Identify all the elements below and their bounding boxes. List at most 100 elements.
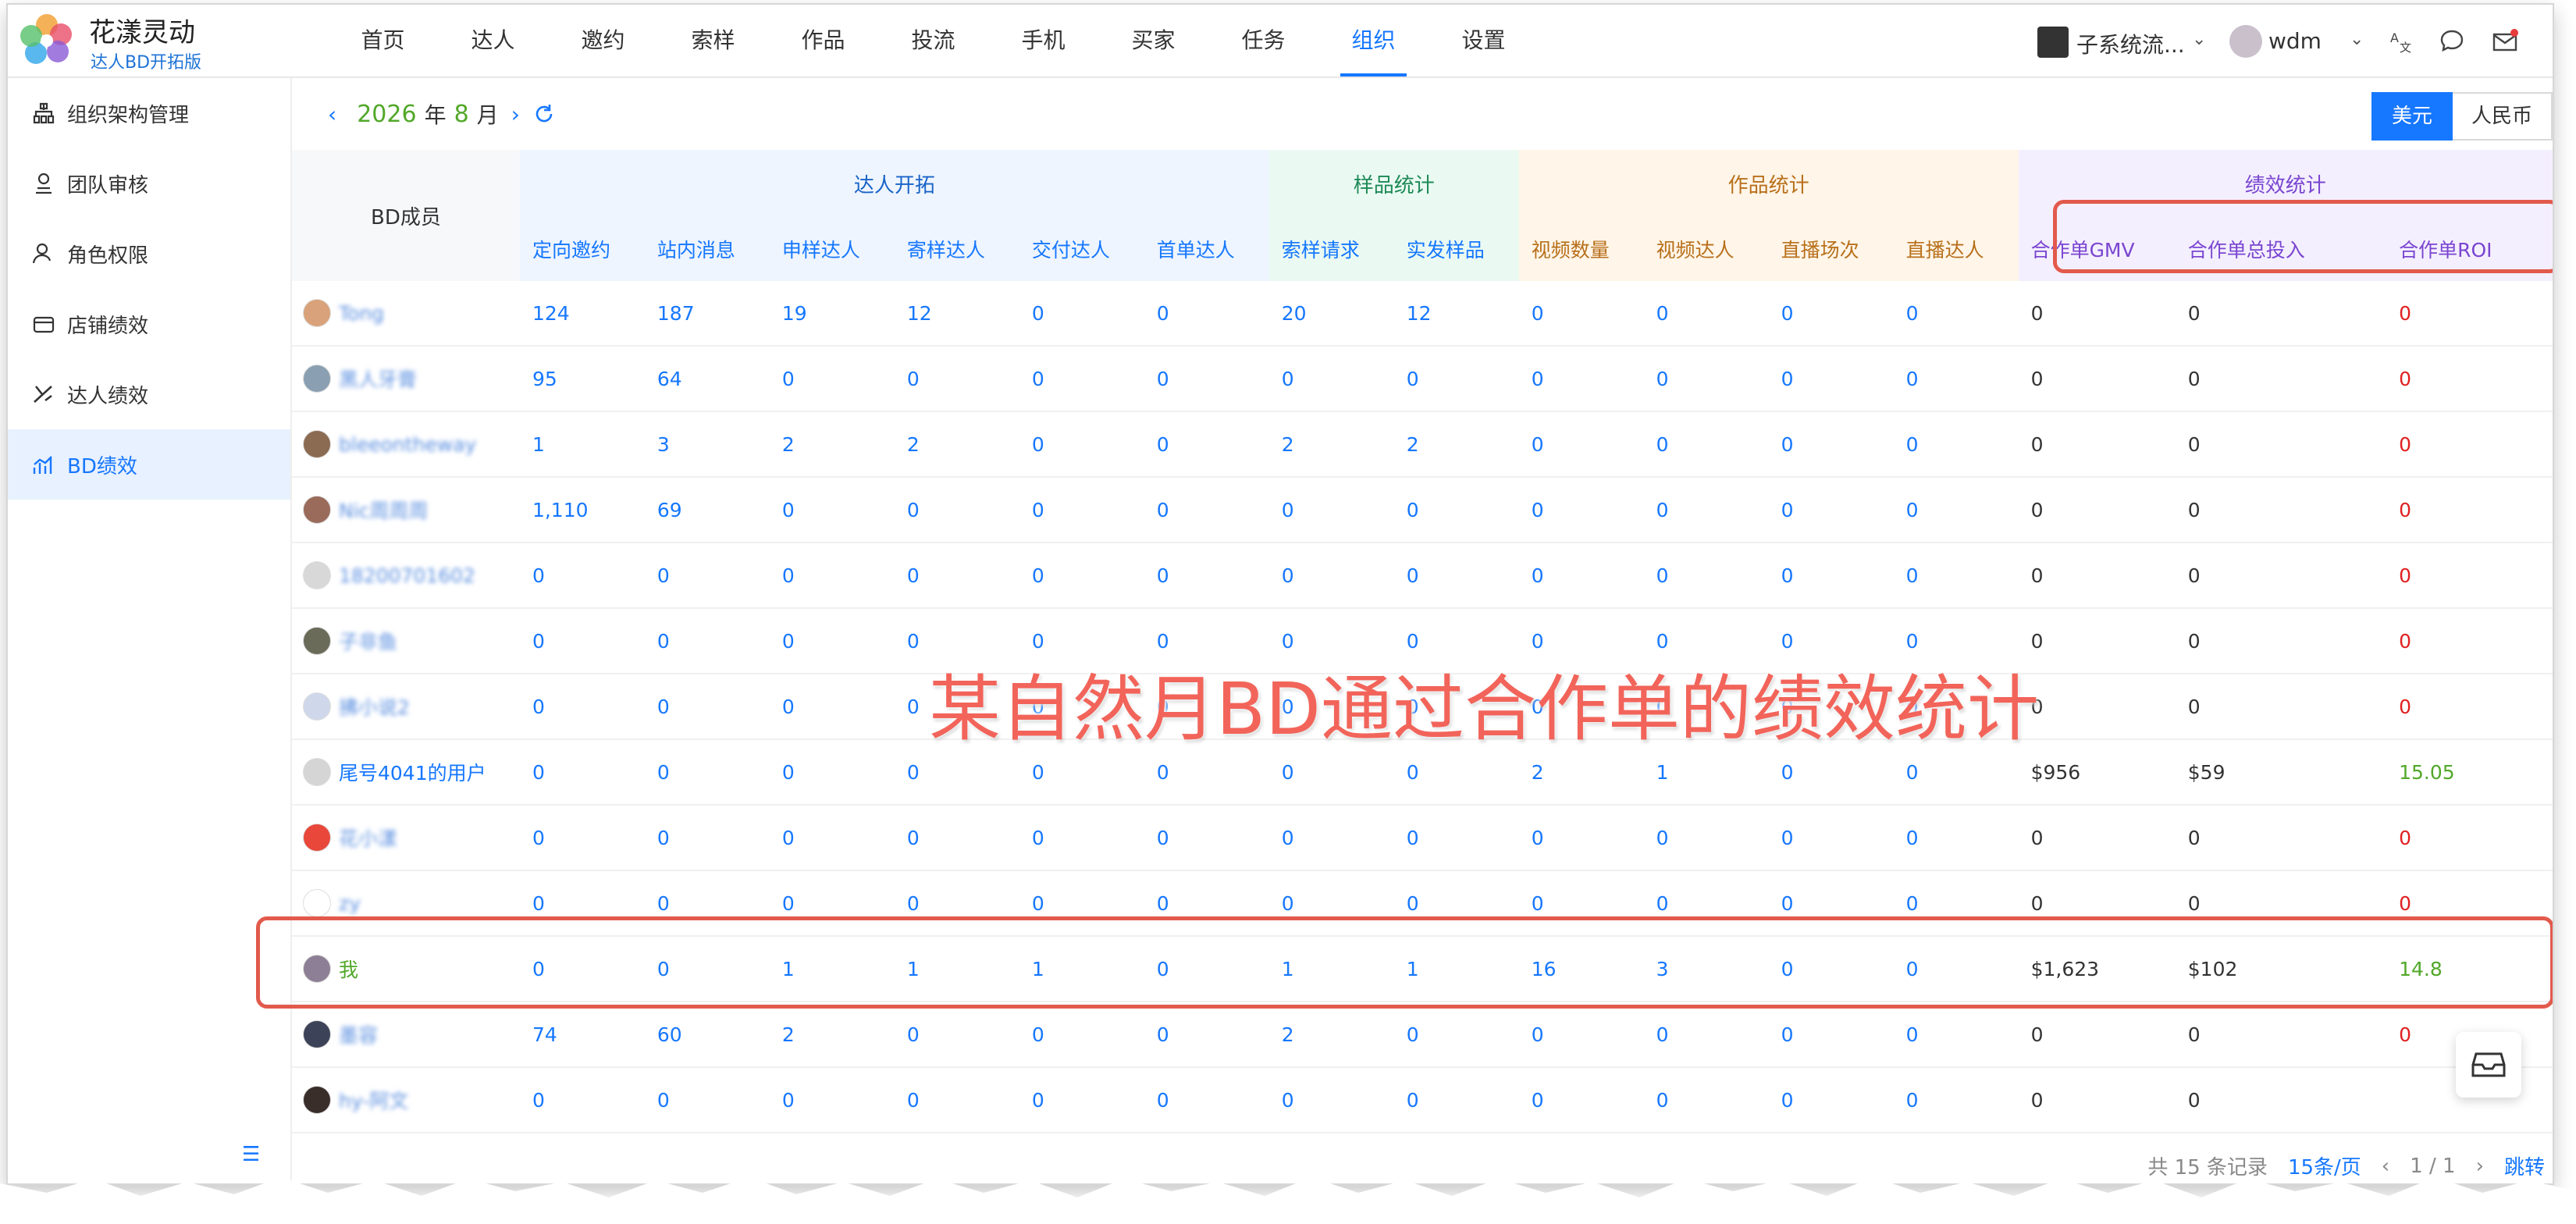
- cell-10[interactable]: 0: [1768, 346, 1894, 412]
- cell-7[interactable]: 0: [1393, 805, 1519, 871]
- cell-2[interactable]: 0: [769, 608, 895, 674]
- cell-1[interactable]: 0: [644, 608, 770, 674]
- cell-6[interactable]: 2: [1268, 1002, 1394, 1068]
- cell-0[interactable]: 0: [519, 674, 645, 740]
- bd-member-name[interactable]: zy: [339, 892, 361, 915]
- cell-8[interactable]: 0: [1518, 543, 1644, 609]
- cell-7[interactable]: 0: [1393, 543, 1519, 609]
- cell-3[interactable]: 0: [894, 477, 1019, 543]
- year-value[interactable]: 2026: [357, 101, 416, 128]
- nav-item-4[interactable]: 作品: [768, 5, 878, 76]
- subsystem-avatar[interactable]: [2037, 27, 2069, 58]
- sidebar-item-1[interactable]: 团队审核: [8, 148, 290, 219]
- bd-member-name[interactable]: 18200701602: [339, 564, 475, 587]
- cell-1[interactable]: 60: [644, 1002, 770, 1068]
- cell-2[interactable]: 2: [769, 411, 895, 478]
- cell-5[interactable]: 0: [1144, 1002, 1269, 1068]
- cell-8[interactable]: 0: [1518, 1067, 1644, 1133]
- cell-2[interactable]: 0: [769, 1067, 895, 1133]
- cell-5[interactable]: 0: [1144, 477, 1269, 543]
- sidebar-item-4[interactable]: 达人绩效: [8, 359, 290, 429]
- bd-member-name[interactable]: bleeontheway: [339, 433, 476, 456]
- nav-item-0[interactable]: 首页: [328, 5, 438, 76]
- cell-11[interactable]: 0: [1893, 1002, 2019, 1068]
- cell-0[interactable]: 0: [519, 739, 645, 806]
- cell-6[interactable]: 0: [1268, 543, 1394, 609]
- cell-1[interactable]: 0: [644, 543, 770, 609]
- nav-item-7[interactable]: 买家: [1098, 5, 1208, 76]
- nav-item-3[interactable]: 索样: [658, 5, 768, 76]
- column-header-8[interactable]: 视频数量: [1518, 217, 1644, 281]
- nav-item-6[interactable]: 手机: [988, 5, 1098, 76]
- bd-member-name[interactable]: 子非鱼: [339, 627, 397, 655]
- cell-0[interactable]: 0: [519, 608, 645, 674]
- nav-item-5[interactable]: 投流: [878, 5, 988, 76]
- cell-4[interactable]: 0: [1019, 477, 1144, 543]
- cell-6[interactable]: 0: [1268, 346, 1394, 412]
- cell-8[interactable]: 0: [1518, 281, 1644, 347]
- cell-10[interactable]: 0: [1768, 411, 1894, 478]
- cell-4[interactable]: 0: [1019, 543, 1144, 609]
- nav-item-2[interactable]: 邀约: [548, 5, 658, 76]
- column-header-1[interactable]: 站内消息: [644, 217, 770, 281]
- collapse-sidebar-icon[interactable]: ☰: [242, 1143, 260, 1166]
- cell-3[interactable]: 12: [894, 281, 1019, 347]
- cell-4[interactable]: 0: [1019, 411, 1144, 478]
- cell-7[interactable]: 12: [1393, 281, 1519, 347]
- cell-8[interactable]: 0: [1518, 411, 1644, 478]
- subsystem-switcher[interactable]: 子系统流...: [2076, 28, 2185, 59]
- cell-2[interactable]: 0: [769, 739, 895, 806]
- cell-1[interactable]: 0: [644, 1067, 770, 1133]
- column-header-3[interactable]: 寄样达人: [894, 217, 1019, 281]
- user-avatar[interactable]: [2229, 25, 2262, 58]
- cell-9[interactable]: 0: [1643, 543, 1769, 609]
- cell-3[interactable]: 2: [894, 411, 1019, 478]
- cell-0[interactable]: 0: [519, 543, 645, 609]
- cell-2[interactable]: 2: [769, 1002, 895, 1068]
- month-value[interactable]: 8: [454, 101, 469, 128]
- cell-5[interactable]: 0: [1144, 281, 1269, 347]
- nav-item-9[interactable]: 组织: [1318, 5, 1429, 76]
- cell-4[interactable]: 0: [1019, 805, 1144, 871]
- cell-11[interactable]: 0: [1893, 281, 2019, 347]
- cell-1[interactable]: 0: [644, 674, 770, 740]
- cell-3[interactable]: 0: [894, 543, 1019, 609]
- column-header-2[interactable]: 申样达人: [769, 217, 895, 281]
- nav-item-10[interactable]: 设置: [1429, 5, 1539, 76]
- chevron-down-icon[interactable]: ⌄: [2192, 30, 2206, 49]
- cell-11[interactable]: 0: [1893, 1067, 2019, 1133]
- cell-2[interactable]: 0: [769, 543, 895, 609]
- column-header-0[interactable]: 定向邀约: [519, 217, 645, 281]
- translate-icon[interactable]: A 文: [2389, 28, 2415, 55]
- sidebar-item-0[interactable]: 组织架构管理: [8, 78, 290, 148]
- cell-8[interactable]: 0: [1518, 346, 1644, 412]
- cell-9[interactable]: 0: [1643, 477, 1769, 543]
- cell-4[interactable]: 0: [1019, 1067, 1144, 1133]
- sidebar-item-5[interactable]: BD绩效: [8, 429, 290, 500]
- column-header-7[interactable]: 实发样品: [1393, 217, 1519, 281]
- cell-9[interactable]: 0: [1643, 411, 1769, 478]
- cell-2[interactable]: 19: [769, 281, 895, 347]
- cell-3[interactable]: 0: [894, 1067, 1019, 1133]
- cell-4[interactable]: 0: [1019, 346, 1144, 412]
- refresh-icon[interactable]: [532, 102, 556, 126]
- cell-0[interactable]: 0: [519, 1067, 645, 1133]
- cell-5[interactable]: 0: [1144, 543, 1269, 609]
- bd-member-name[interactable]: 墨容: [339, 1020, 378, 1048]
- inbox-float-button[interactable]: [2456, 1032, 2521, 1098]
- cell-6[interactable]: 2: [1268, 411, 1394, 478]
- cell-2[interactable]: 0: [769, 674, 895, 740]
- cell-0[interactable]: 1: [519, 411, 645, 478]
- cell-2[interactable]: 0: [769, 346, 895, 412]
- cell-0[interactable]: 0: [519, 805, 645, 871]
- column-header-11[interactable]: 直播达人: [1893, 217, 2019, 281]
- cell-0[interactable]: 1,110: [519, 477, 645, 543]
- cell-3[interactable]: 0: [894, 805, 1019, 871]
- cell-2[interactable]: 0: [769, 805, 895, 871]
- cell-3[interactable]: 0: [894, 1002, 1019, 1068]
- cell-0[interactable]: 124: [519, 281, 645, 347]
- next-month-icon[interactable]: ›: [511, 101, 520, 127]
- column-header-5[interactable]: 首单达人: [1144, 217, 1269, 281]
- currency-cny-button[interactable]: 人民币: [2452, 92, 2553, 141]
- column-header-10[interactable]: 直播场次: [1768, 217, 1894, 281]
